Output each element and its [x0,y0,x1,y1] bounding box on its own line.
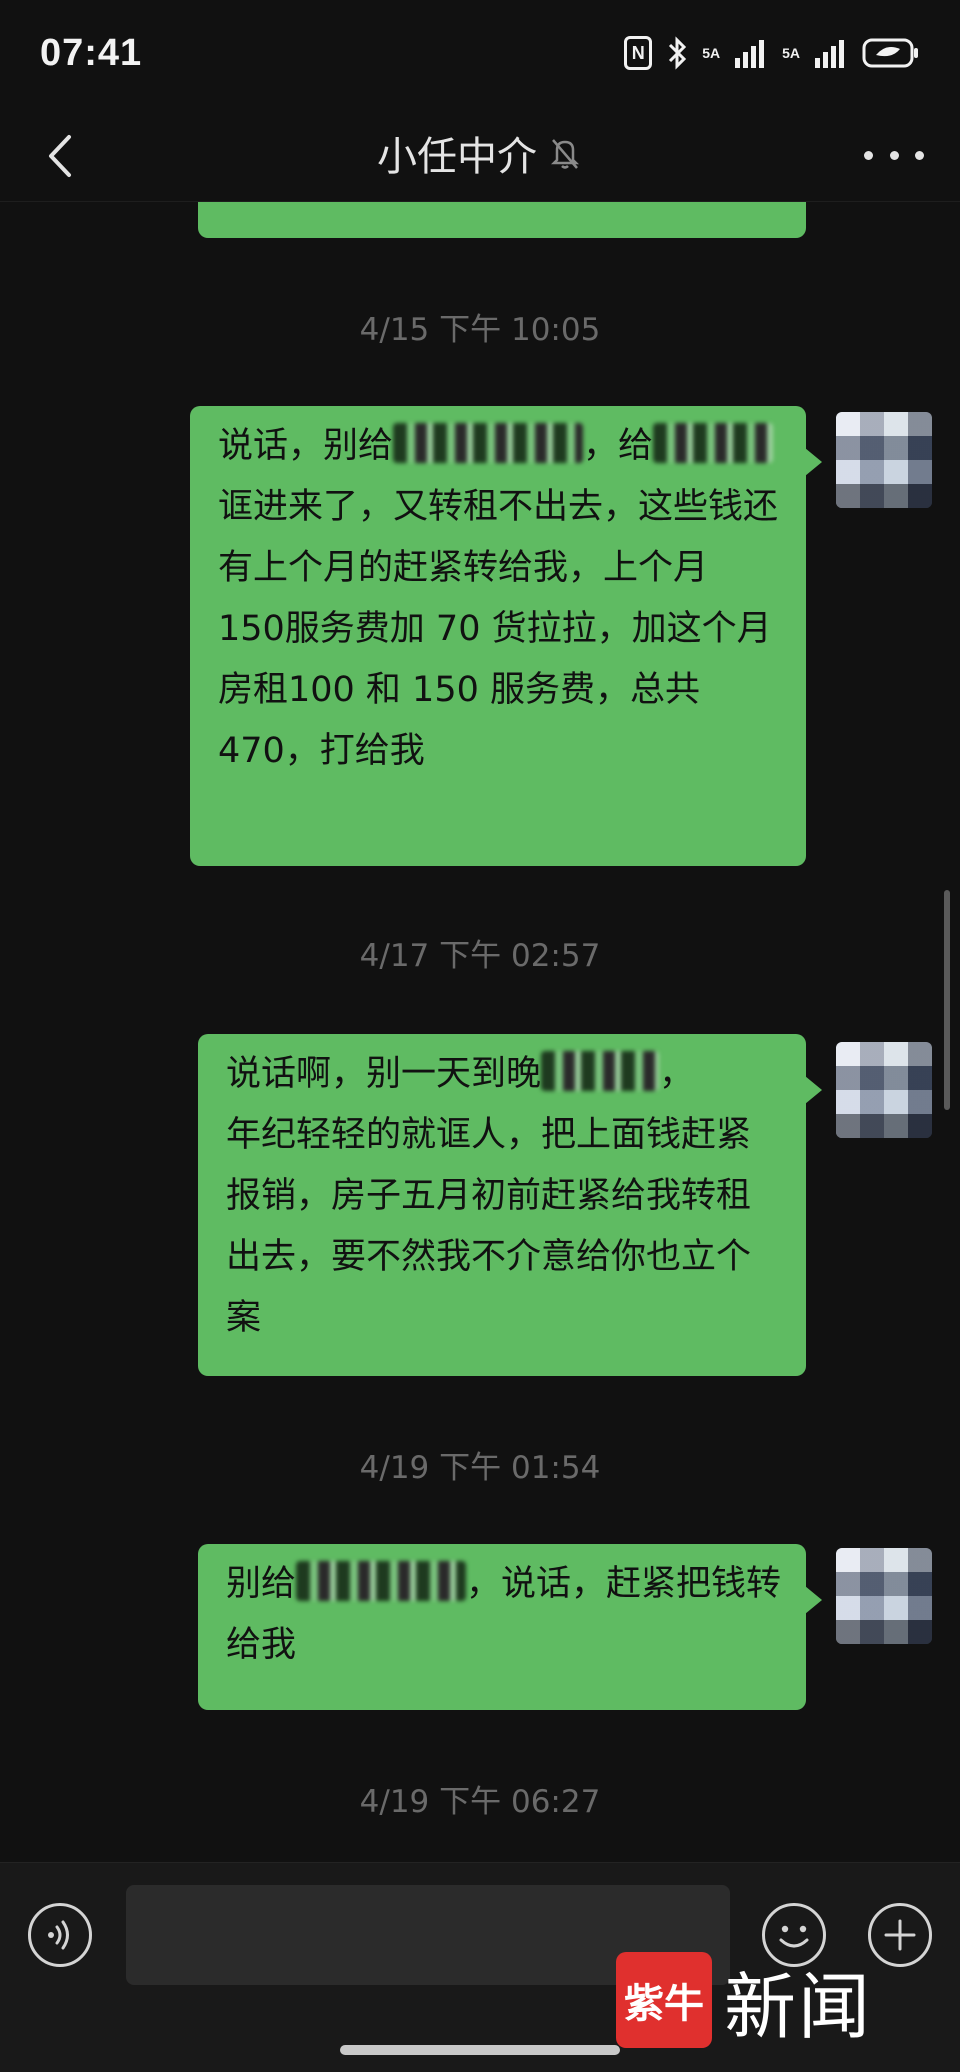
voice-input-button[interactable] [28,1903,92,1967]
message-timestamp: 4/19 下午 01:54 [359,1450,601,1486]
chat-header: 小任中介 [0,110,960,202]
redacted-mask [653,423,774,463]
network-label-2: 5A [782,45,800,61]
message-timestamp: 4/15 下午 10:05 [359,312,601,348]
message-text: 说话啊，别一天到晚 [226,1054,542,1094]
message-bubble[interactable]: 别给 ，说话，赶紧把钱转给我 [198,1544,822,1710]
message-text: 诓进来了，又转租不出去，这些钱还有上个月的赶紧转给我，上个月 150服务费加 7… [218,487,779,771]
avatar[interactable] [836,1042,932,1138]
redacted-mask [541,1051,660,1091]
mute-bell-icon [549,136,583,170]
scrollbar[interactable] [944,890,950,1110]
signal-icon-2 [814,38,848,68]
message-text: ，给 [583,426,654,466]
nfc-icon: N [624,36,653,70]
watermark: 紫牛 新闻 [616,1948,926,2052]
battery-icon [862,37,920,69]
watermark-text: 新闻 [724,1964,873,2049]
watermark-logo: 紫牛 [616,1952,712,2048]
message-bubble[interactable]: 说话，别给 ，给 诓进来了，又转租不出去，这些钱还有上个月的赶紧转给我，上个月 1… [190,406,822,866]
bluetooth-icon [666,36,688,70]
message-text: 说话，别给 [218,426,394,466]
home-indicator[interactable] [340,2045,620,2055]
redacted-mask [296,1561,467,1601]
status-time: 07:41 [40,32,143,74]
network-label-1: 5A [702,45,721,61]
chat-title: 小任中介 [377,134,537,180]
signal-icon-1 [734,38,768,68]
status-bar: 07:41 N 5A 5A [0,0,960,110]
message-bubble-partial [198,202,806,238]
message-text: ， 年纪轻轻的就诓人，把上面钱赶紧报销，房子五月初前赶紧给我转租出去，要不然我不… [226,1054,752,1338]
message-bubble[interactable]: 说话啊，别一天到晚， 年纪轻轻的就诓人，把上面钱赶紧报销，房子五月初前赶紧给我转… [198,1034,822,1376]
status-icons: N 5A 5A [624,36,920,70]
chat-area[interactable]: 4/15 下午 10:05 说话，别给 ，给 诓进来了，又转租不出去，这些钱还有上… [0,202,960,1862]
avatar[interactable] [836,1548,932,1644]
message-text: 别给 [226,1564,297,1604]
message-timestamp: 4/17 下午 02:57 [359,938,601,974]
avatar[interactable] [836,412,932,508]
more-options-icon[interactable] [864,140,924,170]
chat-title-wrap: 小任中介 [0,124,960,182]
redacted-mask [393,423,584,463]
message-timestamp: 4/19 下午 06:27 [359,1784,601,1820]
